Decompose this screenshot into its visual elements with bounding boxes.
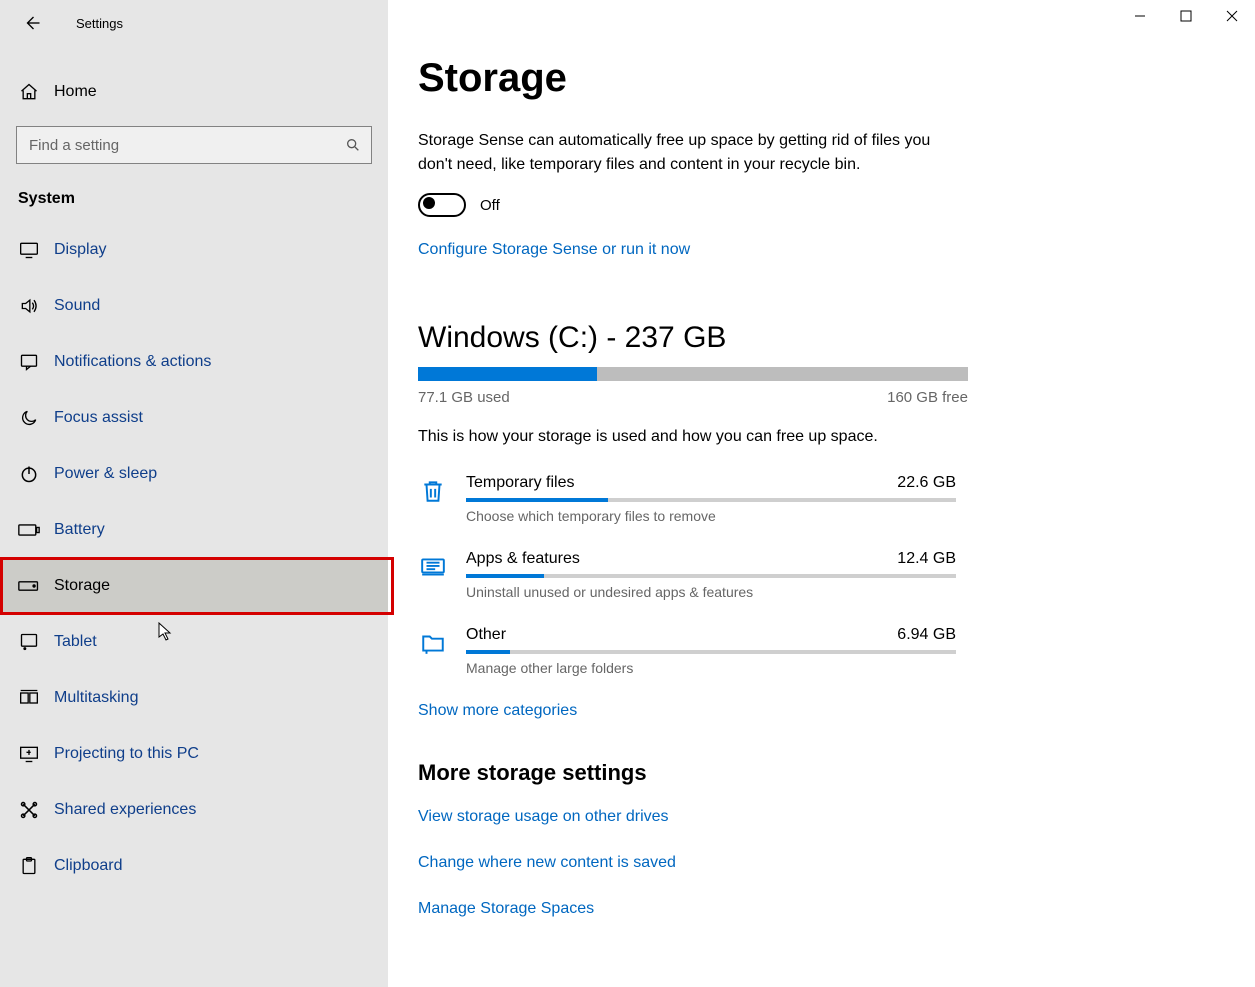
- close-button[interactable]: [1209, 0, 1255, 32]
- nav-item-label: Multitasking: [54, 689, 138, 707]
- nav-item-label: Sound: [54, 297, 100, 315]
- category-size: 6.94 GB: [897, 626, 956, 644]
- home-icon: [18, 82, 40, 102]
- category-temporary-files[interactable]: Temporary files 22.6 GB Choose which tem…: [418, 474, 1058, 524]
- storage-icon: [18, 579, 40, 593]
- nav-item-focus-assist[interactable]: Focus assist: [0, 390, 388, 446]
- sound-icon: [18, 296, 40, 316]
- multitasking-icon: [18, 688, 40, 708]
- nav-item-power-sleep[interactable]: Power & sleep: [0, 446, 388, 502]
- nav-home-label: Home: [54, 83, 97, 101]
- battery-icon: [18, 523, 40, 537]
- main-content: Storage Storage Sense can automatically …: [388, 0, 1255, 987]
- power-icon: [18, 464, 40, 484]
- nav-item-multitasking[interactable]: Multitasking: [0, 670, 388, 726]
- nav-item-label: Clipboard: [54, 857, 122, 875]
- notifications-icon: [18, 352, 40, 372]
- drive-usage-fill: [418, 367, 597, 381]
- tablet-icon: [18, 632, 40, 652]
- nav-item-label: Focus assist: [54, 409, 143, 427]
- category-size: 12.4 GB: [897, 550, 956, 568]
- focus-assist-icon: [18, 408, 40, 428]
- back-button[interactable]: [14, 5, 50, 41]
- search-box[interactable]: [16, 126, 372, 164]
- nav-item-label: Notifications & actions: [54, 353, 211, 371]
- show-more-categories-link[interactable]: Show more categories: [418, 702, 1058, 720]
- minimize-icon: [1134, 10, 1146, 22]
- nav-item-shared-experiences[interactable]: Shared experiences: [0, 782, 388, 838]
- category-apps-features[interactable]: Apps & features 12.4 GB Uninstall unused…: [418, 550, 1058, 600]
- clipboard-icon: [18, 856, 40, 876]
- category-desc: Choose which temporary files to remove: [466, 508, 1058, 524]
- category-name: Temporary files: [466, 474, 574, 492]
- folder-icon: [418, 628, 448, 658]
- apps-icon: [418, 552, 448, 582]
- trash-icon: [418, 476, 448, 506]
- drive-free-label: 160 GB free: [887, 389, 968, 406]
- change-where-content-saved-link[interactable]: Change where new content is saved: [418, 854, 1058, 872]
- shared-icon: [18, 800, 40, 820]
- storage-sense-description: Storage Sense can automatically free up …: [418, 129, 958, 177]
- more-storage-heading: More storage settings: [418, 760, 1058, 786]
- window-title: Settings: [76, 16, 123, 31]
- display-icon: [18, 240, 40, 260]
- nav-home[interactable]: Home: [0, 66, 388, 118]
- nav-item-projecting[interactable]: Projecting to this PC: [0, 726, 388, 782]
- nav-item-sound[interactable]: Sound: [0, 278, 388, 334]
- nav-item-battery[interactable]: Battery: [0, 502, 388, 558]
- nav-item-notifications[interactable]: Notifications & actions: [0, 334, 388, 390]
- nav-item-label: Display: [54, 241, 106, 259]
- maximize-icon: [1180, 10, 1192, 22]
- toggle-state-label: Off: [480, 197, 500, 214]
- drive-heading: Windows (C:) - 237 GB: [418, 321, 1058, 355]
- nav-item-label: Battery: [54, 521, 105, 539]
- nav-item-tablet[interactable]: Tablet: [0, 614, 388, 670]
- configure-storage-sense-link[interactable]: Configure Storage Sense or run it now: [418, 241, 1058, 259]
- drive-usage-bar: [418, 367, 968, 381]
- maximize-button[interactable]: [1163, 0, 1209, 32]
- view-storage-other-drives-link[interactable]: View storage usage on other drives: [418, 808, 1058, 826]
- sidebar-header: Settings: [0, 0, 388, 46]
- page-title: Storage: [418, 56, 1058, 101]
- category-other[interactable]: Other 6.94 GB Manage other large folders: [418, 626, 1058, 676]
- drive-used-label: 77.1 GB used: [418, 389, 510, 406]
- category-desc: Manage other large folders: [466, 660, 1058, 676]
- category-bar: [466, 498, 956, 502]
- usage-note: This is how your storage is used and how…: [418, 428, 1058, 446]
- toggle-knob: [423, 197, 435, 209]
- manage-storage-spaces-link[interactable]: Manage Storage Spaces: [418, 900, 1058, 918]
- settings-sidebar: Settings Home System Displa: [0, 0, 388, 987]
- back-arrow-icon: [23, 14, 41, 32]
- category-desc: Uninstall unused or undesired apps & fea…: [466, 584, 1058, 600]
- nav-item-label: Power & sleep: [54, 465, 157, 483]
- search-input[interactable]: [27, 136, 345, 155]
- nav-item-display[interactable]: Display: [0, 222, 388, 278]
- category-bar: [466, 574, 956, 578]
- window-controls: [1117, 0, 1255, 32]
- nav-item-label: Shared experiences: [54, 801, 196, 819]
- nav-item-label: Tablet: [54, 633, 97, 651]
- category-size: 22.6 GB: [897, 474, 956, 492]
- nav-item-label: Projecting to this PC: [54, 745, 199, 763]
- nav-item-label: Storage: [54, 577, 110, 595]
- search-icon: [345, 137, 361, 153]
- category-bar: [466, 650, 956, 654]
- sidebar-section-title: System: [18, 190, 388, 208]
- projecting-icon: [18, 744, 40, 764]
- category-name: Other: [466, 626, 506, 644]
- nav-item-storage[interactable]: Storage: [0, 558, 388, 614]
- close-icon: [1226, 10, 1238, 22]
- storage-sense-toggle[interactable]: [418, 193, 466, 217]
- minimize-button[interactable]: [1117, 0, 1163, 32]
- category-name: Apps & features: [466, 550, 580, 568]
- nav-item-clipboard[interactable]: Clipboard: [0, 838, 388, 894]
